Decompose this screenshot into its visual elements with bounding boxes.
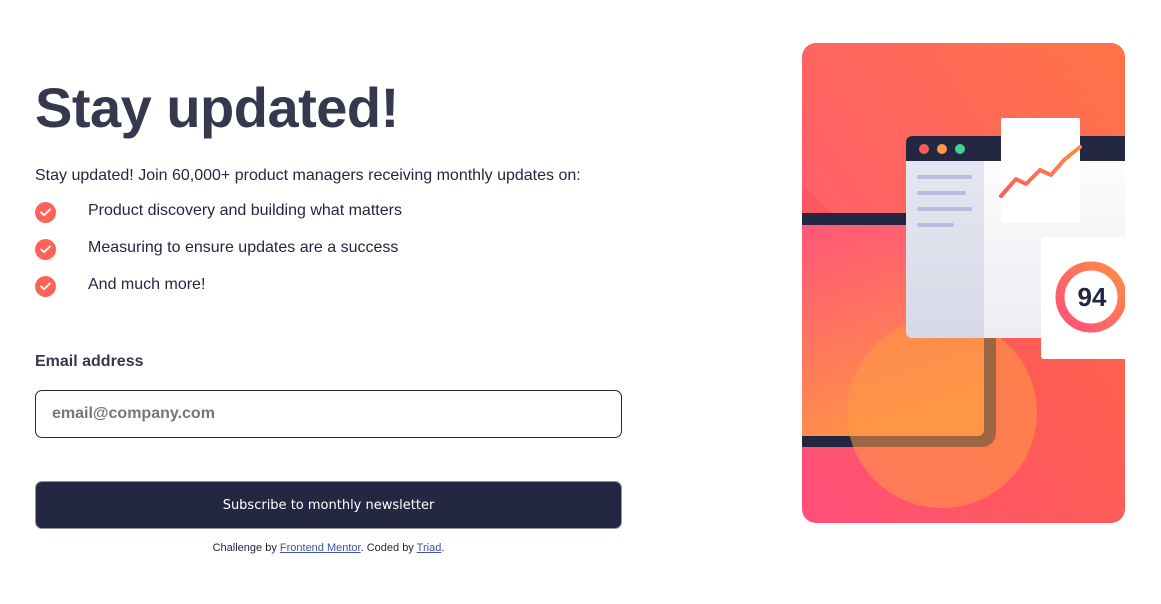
email-field[interactable] xyxy=(35,390,622,438)
score-badge: 94 xyxy=(1077,282,1107,312)
subscribe-button[interactable]: Subscribe to monthly newsletter xyxy=(35,481,622,529)
benefit-label: Product discovery and building what matt… xyxy=(88,202,402,219)
attribution-middle: . Coded by xyxy=(360,542,414,554)
hero-illustration: 94 xyxy=(802,43,1125,523)
check-circle-icon xyxy=(35,276,56,297)
intro-text: Stay updated! Join 60,000+ product manag… xyxy=(35,167,581,184)
attribution: Challenge by Frontend Mentor. Coded by T… xyxy=(35,541,622,555)
check-circle-icon xyxy=(35,239,56,260)
attribution-suffix: . xyxy=(441,542,445,554)
check-circle-icon xyxy=(35,202,56,223)
benefit-label: And much more! xyxy=(88,276,206,293)
email-label: Email address xyxy=(35,353,144,370)
page-title: Stay updated! xyxy=(35,76,399,139)
author-link[interactable]: Triad xyxy=(417,542,442,554)
frontend-mentor-link[interactable]: Frontend Mentor xyxy=(280,542,361,554)
benefit-label: Measuring to ensure updates are a succes… xyxy=(88,239,399,256)
attribution-prefix: Challenge by xyxy=(212,542,277,554)
newsletter-page: Stay updated! Stay updated! Join 60,000+… xyxy=(0,0,1161,604)
